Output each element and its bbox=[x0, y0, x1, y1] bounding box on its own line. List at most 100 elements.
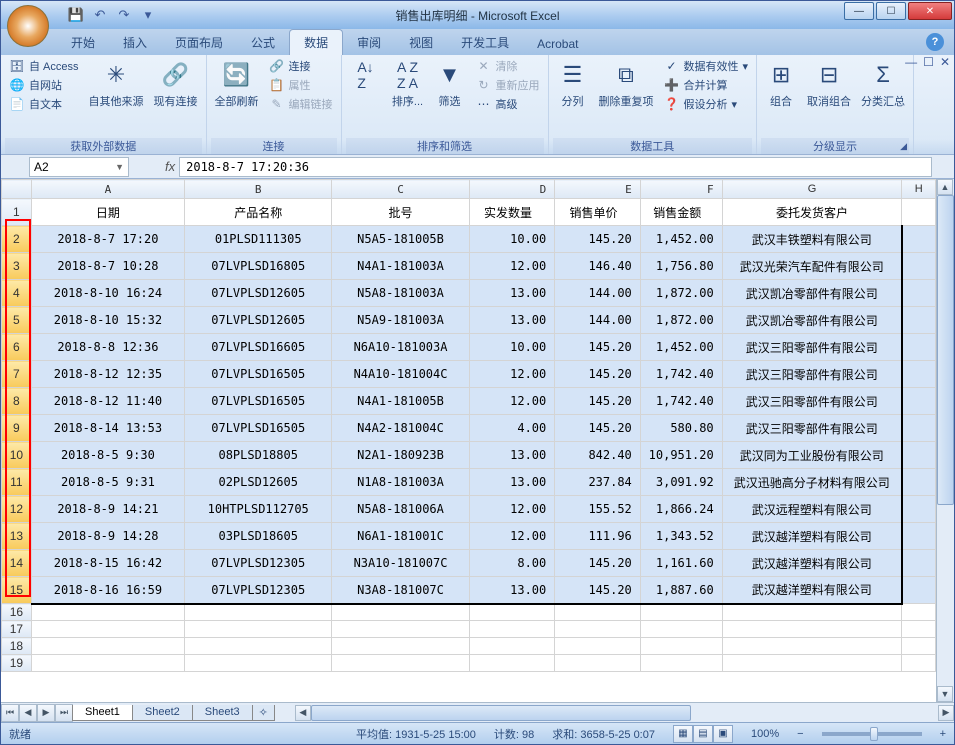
scroll-left-icon[interactable]: ◀ bbox=[295, 705, 311, 721]
filter-button[interactable]: ▼筛选 bbox=[430, 57, 470, 111]
cell-F2[interactable]: 1,452.00 bbox=[640, 226, 722, 253]
cell-C12[interactable]: N5A8-181006A bbox=[332, 496, 469, 523]
cell-A2[interactable]: 2018-8-7 17:20 bbox=[31, 226, 184, 253]
consolidate-button[interactable]: ➕合并计算 bbox=[660, 76, 753, 94]
view-page-break-icon[interactable]: ▣ bbox=[713, 725, 733, 743]
cell-E15[interactable]: 145.20 bbox=[555, 577, 641, 604]
advanced-filter-button[interactable]: ⋯高级 bbox=[472, 95, 544, 113]
data-validation-button[interactable]: ✓数据有效性 ▾ bbox=[660, 57, 753, 75]
cell-C15[interactable]: N3A8-181007C bbox=[332, 577, 469, 604]
cell-B5[interactable]: 07LVPLSD12605 bbox=[185, 307, 332, 334]
cell-D10[interactable]: 13.00 bbox=[469, 442, 555, 469]
scroll-down-icon[interactable]: ▼ bbox=[937, 686, 953, 702]
cell-F13[interactable]: 1,343.52 bbox=[640, 523, 722, 550]
maximize-button[interactable]: ☐ bbox=[876, 2, 906, 20]
col-header-F[interactable]: F bbox=[640, 180, 722, 199]
cell-E18[interactable] bbox=[555, 638, 641, 655]
cell-D4[interactable]: 13.00 bbox=[469, 280, 555, 307]
cell-B2[interactable]: 01PLSD111305 bbox=[185, 226, 332, 253]
cell-A17[interactable] bbox=[31, 621, 184, 638]
cell-H16[interactable] bbox=[902, 604, 936, 621]
row-header-4[interactable]: 4 bbox=[2, 280, 32, 307]
from-access-button[interactable]: 🗄自 Access bbox=[5, 57, 83, 75]
namebox-dropdown-icon[interactable]: ▼ bbox=[115, 162, 124, 172]
cell-E16[interactable] bbox=[555, 604, 641, 621]
cell-A7[interactable]: 2018-8-12 12:35 bbox=[31, 361, 184, 388]
cell-H5[interactable] bbox=[902, 307, 936, 334]
sort-button[interactable]: A ZZ A排序... bbox=[388, 57, 428, 111]
col-header-B[interactable]: B bbox=[185, 180, 332, 199]
existing-conn-button[interactable]: 🔗现有连接 bbox=[150, 57, 202, 111]
cell-A9[interactable]: 2018-8-14 13:53 bbox=[31, 415, 184, 442]
connections-button[interactable]: 🔗连接 bbox=[265, 57, 337, 75]
cell-A8[interactable]: 2018-8-12 11:40 bbox=[31, 388, 184, 415]
view-page-layout-icon[interactable]: ▤ bbox=[693, 725, 713, 743]
cell-G8[interactable]: 武汉三阳零部件有限公司 bbox=[722, 388, 902, 415]
save-icon[interactable]: 💾 bbox=[65, 4, 87, 26]
hscroll-thumb[interactable] bbox=[311, 705, 691, 721]
cell-E12[interactable]: 155.52 bbox=[555, 496, 641, 523]
cell-B13[interactable]: 03PLSD18605 bbox=[185, 523, 332, 550]
cell-A11[interactable]: 2018-8-5 9:31 bbox=[31, 469, 184, 496]
cell-C7[interactable]: N4A10-181004C bbox=[332, 361, 469, 388]
cell-H2[interactable] bbox=[902, 226, 936, 253]
outline-dialog-icon[interactable]: ◢ bbox=[900, 141, 907, 152]
cell-F11[interactable]: 3,091.92 bbox=[640, 469, 722, 496]
view-normal-icon[interactable]: ▦ bbox=[673, 725, 693, 743]
cell-H7[interactable] bbox=[902, 361, 936, 388]
vertical-scrollbar[interactable]: ▲ ▼ bbox=[936, 179, 954, 702]
col-header-D[interactable]: D bbox=[469, 180, 555, 199]
cell-C1[interactable]: 批号 bbox=[332, 199, 469, 226]
cell-H10[interactable] bbox=[902, 442, 936, 469]
tab-page-layout[interactable]: 页面布局 bbox=[161, 30, 237, 55]
cell-F4[interactable]: 1,872.00 bbox=[640, 280, 722, 307]
row-header-15[interactable]: 15 bbox=[2, 577, 32, 604]
row-header-11[interactable]: 11 bbox=[2, 469, 32, 496]
zoom-in-icon[interactable]: + bbox=[940, 728, 946, 740]
cell-G2[interactable]: 武汉丰铁塑料有限公司 bbox=[722, 226, 902, 253]
minimize-button[interactable]: — bbox=[844, 2, 874, 20]
cell-E1[interactable]: 销售单价 bbox=[555, 199, 641, 226]
row-header-2[interactable]: 2 bbox=[2, 226, 32, 253]
from-text-button[interactable]: 📄自文本 bbox=[5, 95, 83, 113]
cell-A13[interactable]: 2018-8-9 14:28 bbox=[31, 523, 184, 550]
office-button[interactable] bbox=[7, 5, 49, 47]
cell-E19[interactable] bbox=[555, 655, 641, 672]
cell-F9[interactable]: 580.80 bbox=[640, 415, 722, 442]
sheet-tab-1[interactable]: Sheet1 bbox=[72, 705, 133, 721]
scroll-up-icon[interactable]: ▲ bbox=[937, 179, 953, 195]
cell-H1[interactable] bbox=[902, 199, 936, 226]
cell-G17[interactable] bbox=[722, 621, 902, 638]
row-header-16[interactable]: 16 bbox=[2, 604, 32, 621]
cell-A14[interactable]: 2018-8-15 16:42 bbox=[31, 550, 184, 577]
cell-B15[interactable]: 07LVPLSD12305 bbox=[185, 577, 332, 604]
cell-F17[interactable] bbox=[640, 621, 722, 638]
col-header-A[interactable]: A bbox=[31, 180, 184, 199]
cell-F18[interactable] bbox=[640, 638, 722, 655]
cell-F5[interactable]: 1,872.00 bbox=[640, 307, 722, 334]
zoom-slider[interactable] bbox=[822, 732, 922, 736]
row-header-14[interactable]: 14 bbox=[2, 550, 32, 577]
tab-data[interactable]: 数据 bbox=[289, 29, 343, 55]
cell-D2[interactable]: 10.00 bbox=[469, 226, 555, 253]
cell-B4[interactable]: 07LVPLSD12605 bbox=[185, 280, 332, 307]
cell-G13[interactable]: 武汉越洋塑料有限公司 bbox=[722, 523, 902, 550]
cell-H12[interactable] bbox=[902, 496, 936, 523]
cell-C14[interactable]: N3A10-181007C bbox=[332, 550, 469, 577]
cell-B10[interactable]: 08PLSD18805 bbox=[185, 442, 332, 469]
cell-C10[interactable]: N2A1-180923B bbox=[332, 442, 469, 469]
cell-C2[interactable]: N5A5-181005B bbox=[332, 226, 469, 253]
sheet-tab-3[interactable]: Sheet3 bbox=[192, 705, 253, 721]
cell-D8[interactable]: 12.00 bbox=[469, 388, 555, 415]
spreadsheet-grid[interactable]: ABCDEFGH1日期产品名称批号实发数量销售单价销售金额委托发货客户22018… bbox=[1, 179, 936, 672]
cell-B3[interactable]: 07LVPLSD16805 bbox=[185, 253, 332, 280]
cell-A6[interactable]: 2018-8-8 12:36 bbox=[31, 334, 184, 361]
inner-minimize[interactable]: — bbox=[905, 55, 917, 69]
cell-H17[interactable] bbox=[902, 621, 936, 638]
cell-C9[interactable]: N4A2-181004C bbox=[332, 415, 469, 442]
cell-G3[interactable]: 武汉光荣汽车配件有限公司 bbox=[722, 253, 902, 280]
subtotal-button[interactable]: Σ分类汇总 bbox=[857, 57, 909, 111]
cell-E7[interactable]: 145.20 bbox=[555, 361, 641, 388]
cell-B12[interactable]: 10HTPLSD112705 bbox=[185, 496, 332, 523]
cell-C13[interactable]: N6A1-181001C bbox=[332, 523, 469, 550]
